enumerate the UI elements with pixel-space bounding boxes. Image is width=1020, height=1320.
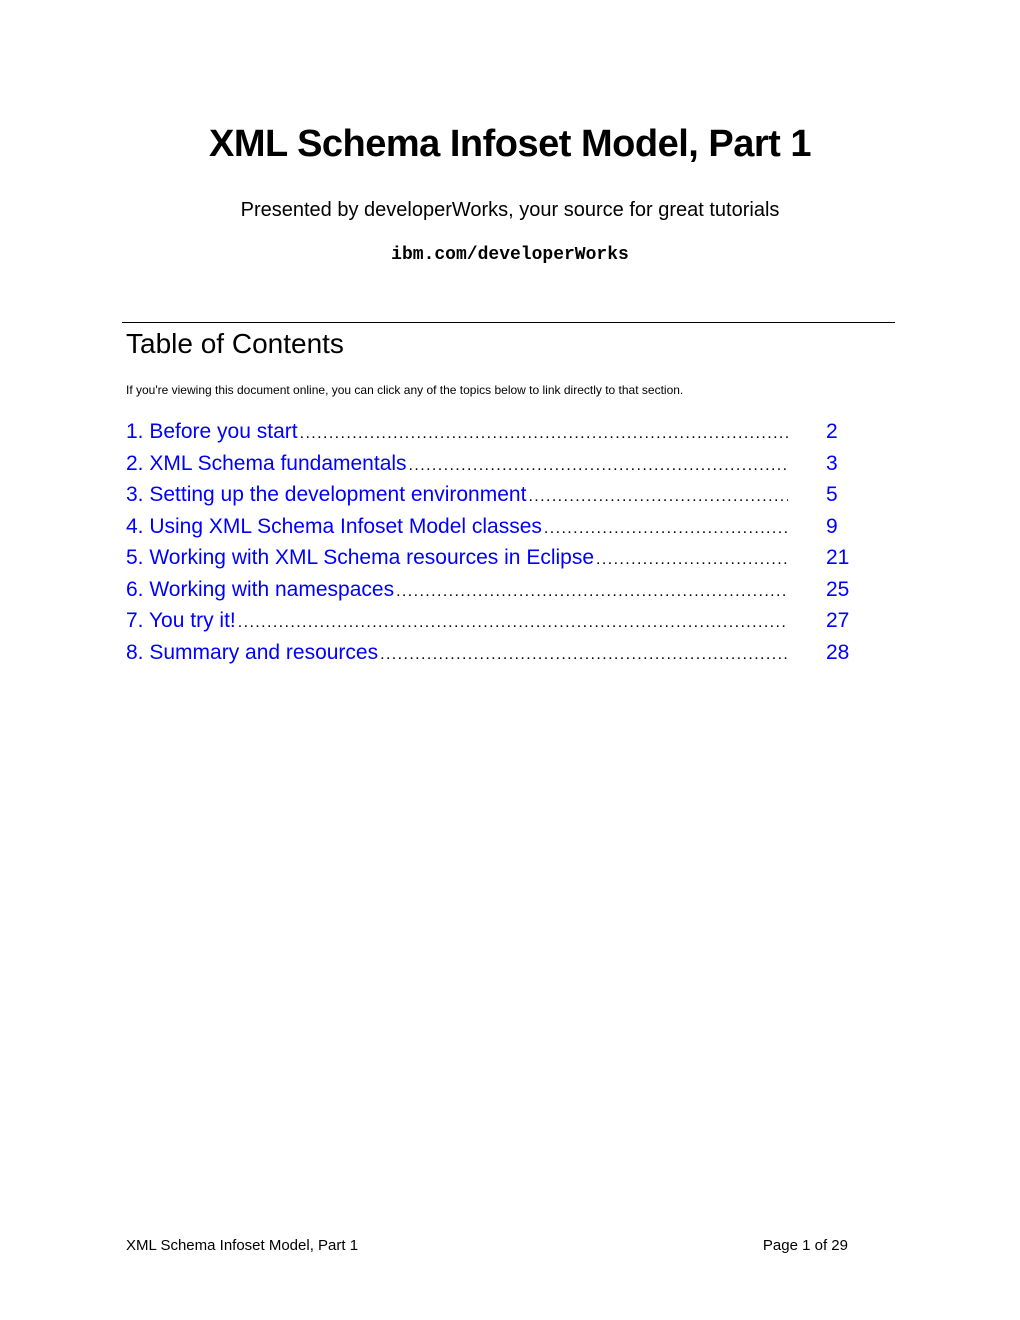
toc-item[interactable]: 8. Summary and resources ...............… [126, 637, 866, 669]
toc-leader-dots: ........................................… [237, 614, 788, 631]
toc-item-page: 25 [826, 577, 850, 601]
site-url: ibm.com/developerWorks [391, 245, 629, 265]
footer-document-title: XML Schema Infoset Model, Part 1 [126, 1237, 359, 1254]
toc-item[interactable]: 4. Using XML Schema Infoset Model classe… [126, 511, 866, 543]
toc-list: 1. Before you start ....................… [126, 416, 866, 668]
toc-item-label: 2. XML Schema fundamentals [126, 451, 407, 475]
toc-item-page: 9 [826, 514, 838, 538]
toc-leader-dots: ........................................… [408, 456, 788, 474]
toc-item-label: 7. You try it! [126, 609, 236, 632]
toc-item-page: 5 [826, 483, 838, 506]
document-title: XML Schema Infoset Model, Part 1 [208, 123, 812, 165]
toc-item-page: 2 [826, 420, 838, 443]
toc-item[interactable]: 3. Setting up the development environmen… [126, 479, 866, 511]
toc-item[interactable]: 5. Working with XML Schema resources in … [126, 542, 866, 574]
toc-item-label: 5. Working with XML Schema resources in … [126, 546, 595, 569]
toc-leader-dots: ........................................… [528, 488, 788, 505]
toc-item[interactable]: 2. XML Schema fundamentals .............… [126, 448, 866, 480]
toc-item-label: 8. Summary and resources [126, 640, 379, 664]
toc-item-label: 6. Working with namespaces [126, 577, 395, 601]
toc-item-label: 3. Setting up the development environmen… [126, 483, 527, 506]
toc-leader-dots: ........................................… [380, 645, 788, 663]
toc-item-label: 1. Before you start [126, 420, 298, 443]
toc-heading: Table of Contents [126, 328, 344, 359]
toc-item-page: 28 [826, 640, 850, 664]
toc-leader-dots: ........................................… [396, 582, 788, 600]
toc-item[interactable]: 7. You try it! .........................… [126, 605, 866, 637]
toc-note: If you're viewing this document online, … [126, 383, 684, 397]
toc-leader-dots: ........................................… [299, 425, 788, 442]
section-divider [122, 322, 895, 323]
toc-item-page: 3 [826, 451, 838, 475]
toc-item-page: 21 [826, 546, 850, 569]
toc-item[interactable]: 6. Working with namespaces .............… [126, 574, 866, 606]
footer-page-number: Page 1 of 29 [762, 1237, 848, 1254]
toc-leader-dots: ........................................… [543, 519, 788, 537]
toc-item[interactable]: 1. Before you start ....................… [126, 416, 866, 448]
document-subtitle: Presented by developerWorks, your source… [240, 199, 780, 221]
toc-leader-dots: ........................................… [596, 551, 788, 568]
toc-item-page: 27 [826, 609, 850, 632]
toc-item-label: 4. Using XML Schema Infoset Model classe… [126, 514, 542, 538]
